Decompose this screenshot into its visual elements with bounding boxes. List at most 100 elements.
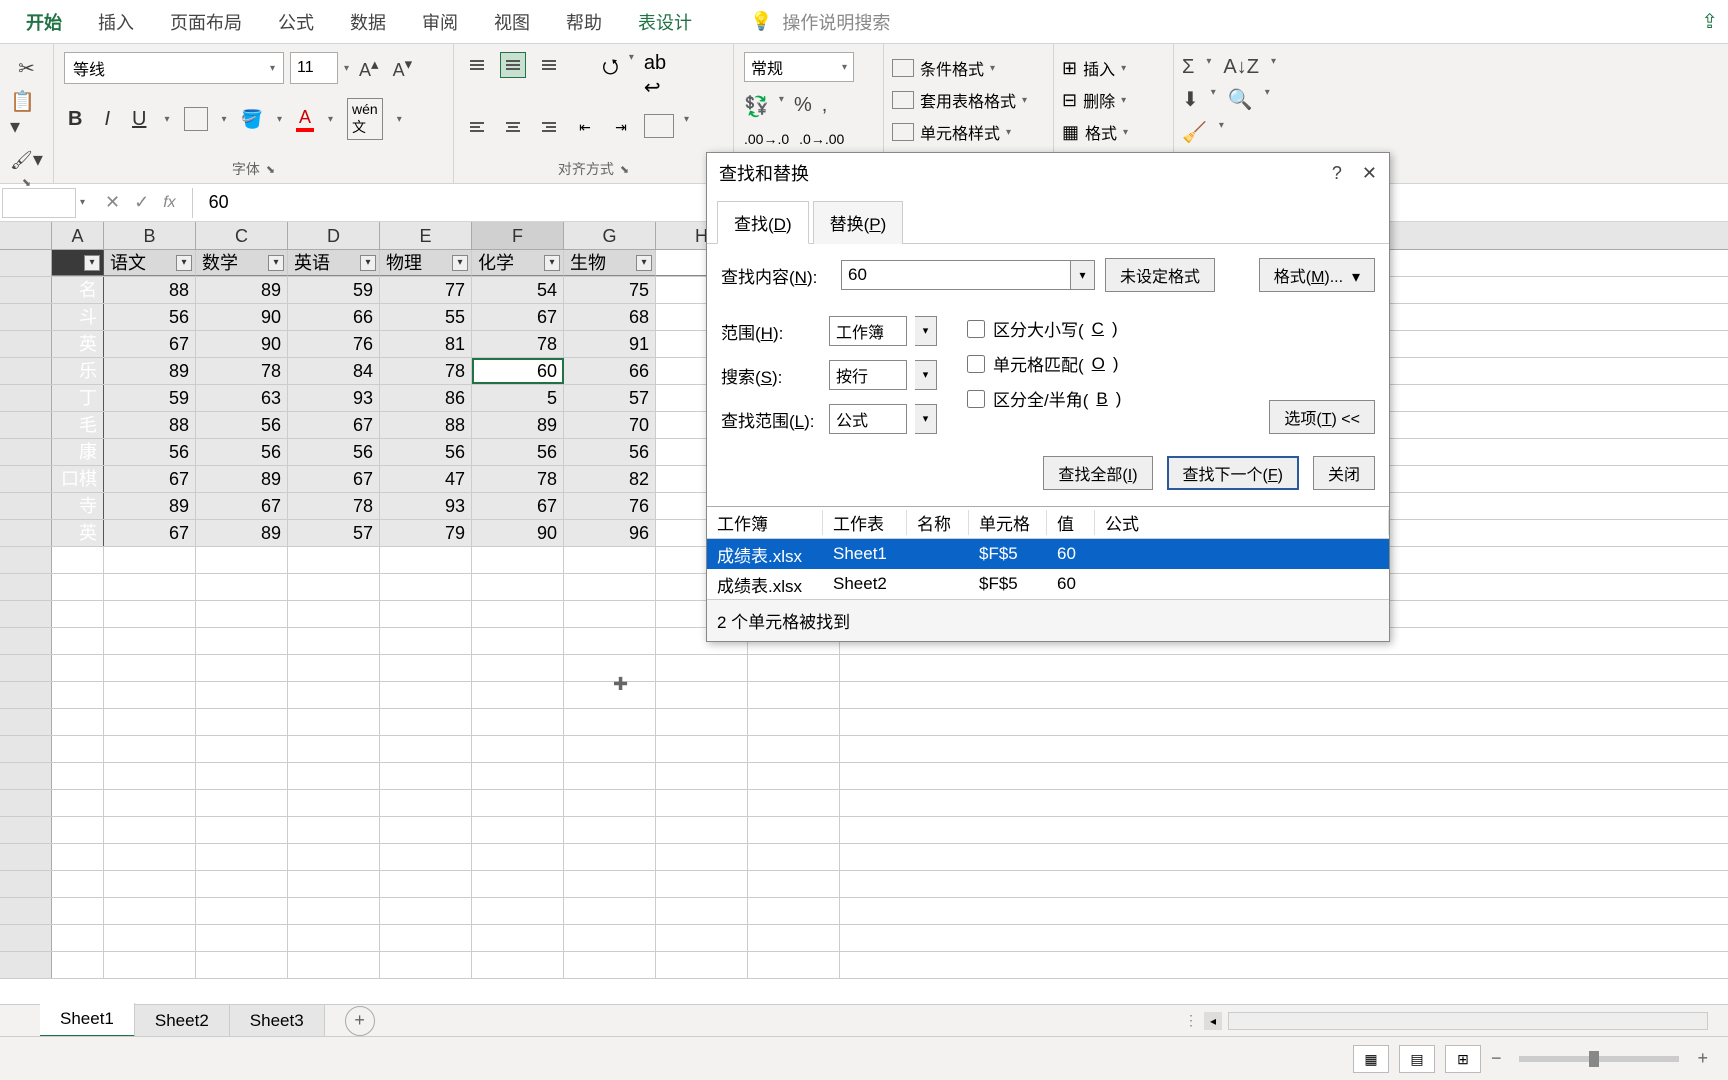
cell[interactable]	[196, 709, 288, 735]
cell[interactable]	[196, 790, 288, 816]
cell[interactable]: 89	[196, 466, 288, 492]
row-header[interactable]	[0, 601, 52, 627]
cell[interactable]	[472, 952, 564, 978]
indent-decrease[interactable]: ⇤	[572, 114, 598, 140]
cell[interactable]: 丁	[52, 385, 104, 411]
header-cell[interactable]: ▾	[52, 250, 104, 276]
decrease-decimal-icon[interactable]: .0→.00	[799, 131, 844, 147]
res-col-book[interactable]: 工作簿	[707, 510, 823, 535]
cell[interactable]: 67	[104, 331, 196, 357]
zoom-in-button[interactable]: +	[1697, 1048, 1708, 1069]
cell[interactable]	[564, 844, 656, 870]
cell[interactable]	[196, 655, 288, 681]
cell[interactable]	[104, 736, 196, 762]
cell[interactable]	[52, 952, 104, 978]
row-header[interactable]	[0, 493, 52, 519]
zoom-out-button[interactable]: −	[1491, 1048, 1502, 1069]
cell[interactable]	[380, 628, 472, 654]
cell[interactable]	[748, 763, 840, 789]
cell[interactable]: 67	[288, 466, 380, 492]
cell[interactable]	[380, 817, 472, 843]
tab-layout[interactable]: 页面布局	[152, 0, 260, 45]
match-width-checkbox[interactable]: 区分全/半角(B)	[967, 386, 1121, 411]
cell[interactable]	[380, 547, 472, 573]
cell[interactable]	[380, 736, 472, 762]
cell[interactable]: 寺	[52, 493, 104, 519]
cell[interactable]	[288, 844, 380, 870]
scroll-left-icon[interactable]: ◂	[1204, 1012, 1222, 1030]
cell[interactable]: 英	[52, 520, 104, 546]
options-button[interactable]: 选项(T) <<	[1269, 400, 1375, 434]
cell[interactable]	[748, 925, 840, 951]
cell[interactable]	[472, 682, 564, 708]
cell[interactable]	[656, 682, 748, 708]
cell[interactable]	[288, 925, 380, 951]
cell[interactable]	[196, 763, 288, 789]
cell[interactable]	[104, 547, 196, 573]
row-header[interactable]	[0, 736, 52, 762]
cell[interactable]	[656, 736, 748, 762]
cell[interactable]	[52, 547, 104, 573]
cell[interactable]	[52, 601, 104, 627]
align-middle[interactable]	[500, 52, 526, 78]
cell[interactable]	[472, 574, 564, 600]
cell[interactable]	[472, 547, 564, 573]
row-header[interactable]	[0, 763, 52, 789]
cell[interactable]: 78	[472, 466, 564, 492]
cell[interactable]: 55	[380, 304, 472, 330]
cell[interactable]: 91	[564, 331, 656, 357]
cell[interactable]	[564, 628, 656, 654]
cell[interactable]	[52, 844, 104, 870]
cell[interactable]: 毛	[52, 412, 104, 438]
cell[interactable]: 斗	[52, 304, 104, 330]
cell[interactable]	[564, 763, 656, 789]
cell[interactable]	[564, 952, 656, 978]
row-header[interactable]	[0, 439, 52, 465]
cell[interactable]	[472, 844, 564, 870]
cell[interactable]: 67	[288, 412, 380, 438]
cell[interactable]	[104, 763, 196, 789]
cell[interactable]	[472, 655, 564, 681]
res-col-name[interactable]: 名称	[907, 510, 969, 535]
decrease-font-icon[interactable]: A▾	[389, 55, 417, 81]
cell[interactable]: 84	[288, 358, 380, 384]
cell[interactable]	[380, 871, 472, 897]
cell[interactable]: 59	[288, 277, 380, 303]
no-format-button[interactable]: 未设定格式	[1105, 258, 1215, 292]
dialog-titlebar[interactable]: 查找和替换 ? ✕	[707, 153, 1389, 193]
cell[interactable]	[564, 655, 656, 681]
cell[interactable]	[748, 817, 840, 843]
search-select[interactable]: 按行	[829, 360, 907, 390]
insert-function-icon[interactable]: fx	[163, 194, 175, 212]
cell[interactable]	[380, 952, 472, 978]
wrap-text-button[interactable]: ab↩	[644, 52, 666, 100]
cell[interactable]	[472, 871, 564, 897]
cell[interactable]: 康	[52, 439, 104, 465]
conditional-formatting-button[interactable]: 条件格式 ▾	[890, 52, 1047, 84]
result-row[interactable]: 成绩表.xlsx Sheet2 $F$5 60	[707, 569, 1389, 599]
row-header[interactable]	[0, 412, 52, 438]
tab-insert[interactable]: 插入	[80, 0, 152, 45]
cell[interactable]: 59	[104, 385, 196, 411]
scope-dd[interactable]: ▾	[915, 316, 937, 346]
cell[interactable]: 56	[380, 439, 472, 465]
tell-me-search[interactable]: 💡 操作说明搜索	[750, 9, 890, 35]
cell[interactable]	[472, 763, 564, 789]
cell[interactable]: 66	[564, 358, 656, 384]
match-case-checkbox[interactable]: 区分大小写(C)	[967, 316, 1121, 341]
tab-data[interactable]: 数据	[332, 0, 404, 45]
res-col-cell[interactable]: 单元格	[969, 510, 1047, 535]
cell[interactable]: 78	[380, 358, 472, 384]
font-name-select[interactable]: 等线▾	[64, 52, 284, 84]
cell[interactable]	[472, 817, 564, 843]
cell[interactable]: 76	[288, 331, 380, 357]
enter-formula-icon[interactable]: ✓	[134, 192, 149, 213]
cell[interactable]	[748, 871, 840, 897]
format-cells-button[interactable]: ▦格式 ▾	[1060, 116, 1167, 148]
autosum-icon[interactable]: Σ	[1182, 56, 1194, 79]
merge-button[interactable]	[644, 114, 674, 138]
header-cell[interactable]: 物理▾	[380, 250, 472, 276]
find-what-input[interactable]	[841, 260, 1071, 290]
sheet-tab-1[interactable]: Sheet1	[40, 1003, 135, 1038]
row-header[interactable]	[0, 925, 52, 951]
